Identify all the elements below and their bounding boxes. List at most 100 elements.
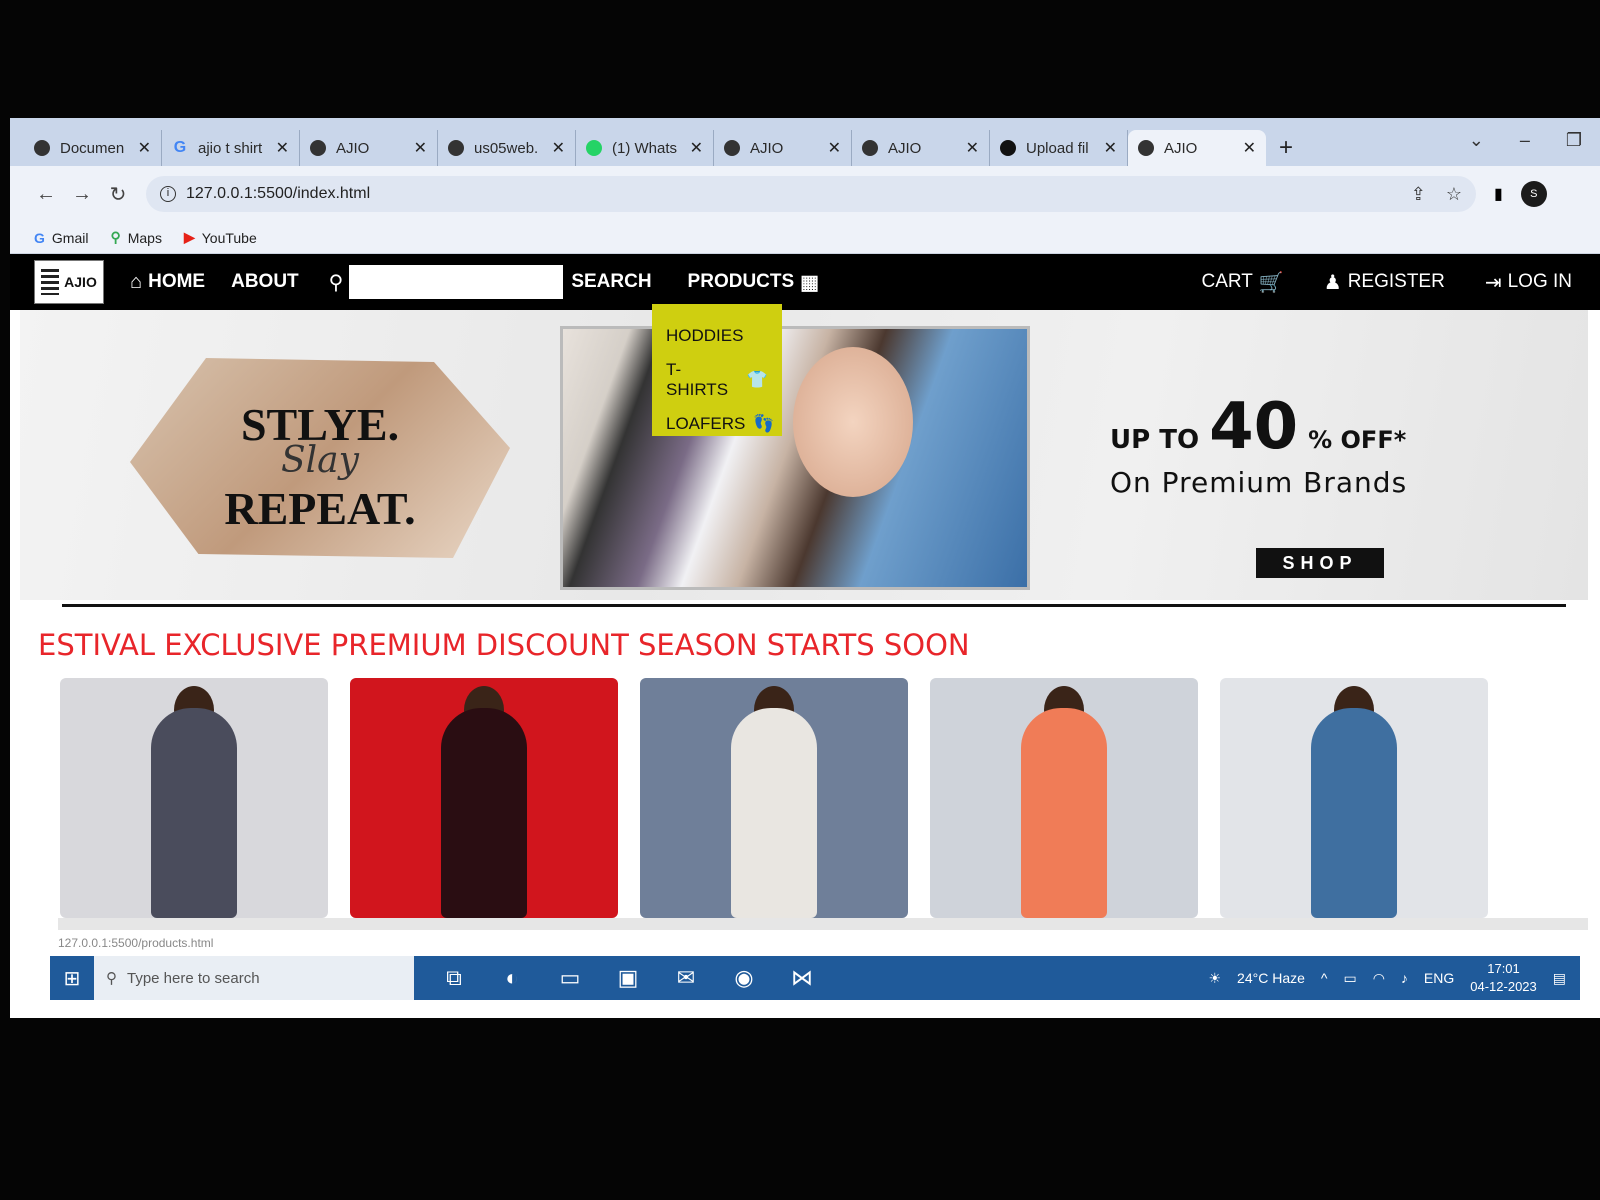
search-input[interactable] [349, 265, 564, 299]
close-icon[interactable]: ✕ [138, 138, 151, 158]
product-card[interactable] [930, 678, 1198, 918]
browser-tab[interactable]: us05web. ✕ [438, 130, 576, 166]
share-icon[interactable]: ⇪ [1411, 184, 1426, 205]
tab-title: AJIO [750, 139, 784, 157]
dropdown-item-tshirts[interactable]: T-SHIRTS 👕 [666, 358, 768, 402]
browser-tab[interactable]: Upload fil ✕ [990, 130, 1128, 166]
nav-cart-label: CART [1201, 271, 1253, 292]
close-icon[interactable]: ✕ [276, 138, 289, 158]
dress-figure [731, 708, 817, 918]
browser-tab[interactable]: Gajio t shirt ✕ [162, 130, 300, 166]
browser-tab[interactable]: AJIO ✕ [300, 130, 438, 166]
windows-start-icon[interactable]: ⊞ [50, 966, 94, 991]
nav-products-label: PRODUCTS [687, 271, 795, 292]
browser-tab[interactable]: (1) Whats ✕ [576, 130, 714, 166]
product-card[interactable] [60, 678, 328, 918]
dropdown-item-loafers[interactable]: LOAFERS 👣 [666, 402, 775, 446]
nav-products[interactable]: PRODUCTS ▦ [688, 270, 820, 295]
horizontal-scrollbar[interactable] [58, 918, 1588, 930]
back-icon[interactable]: ← [28, 183, 64, 206]
bookmark-youtube[interactable]: ▶ YouTube [184, 229, 257, 246]
nav-cart[interactable]: CART 🛒 [1201, 270, 1283, 295]
volume-icon[interactable]: ♪ [1401, 970, 1408, 986]
bookmark-maps[interactable]: ⚲ Maps [110, 229, 162, 246]
browser-tab[interactable]: AJIO ✕ [852, 130, 990, 166]
profile-avatar[interactable]: S [1520, 181, 1547, 207]
close-icon[interactable]: ✕ [1104, 138, 1117, 158]
close-icon[interactable]: ✕ [690, 138, 703, 158]
vscode-icon[interactable]: ⋈ [786, 965, 818, 991]
dress-figure [1021, 708, 1107, 918]
browser-tab[interactable]: Documen ✕ [24, 130, 162, 166]
person-icon: ♟ [1323, 271, 1342, 294]
wifi-icon[interactable]: ◠ [1373, 970, 1385, 987]
cart-icon: 🛒 [1258, 271, 1284, 294]
chevron-up-icon[interactable]: ^ [1321, 970, 1328, 986]
store-icon: ▦ [800, 271, 820, 294]
bookmark-star-icon[interactable]: ☆ [1446, 184, 1462, 205]
globe-icon [1138, 140, 1154, 156]
product-card[interactable] [1220, 678, 1488, 918]
address-bar[interactable]: i 127.0.0.1:5500/index.html ⇪ ☆ [146, 176, 1476, 212]
github-icon [1000, 140, 1016, 156]
home-icon: ⌂ [130, 270, 143, 293]
tab-title: AJIO [336, 139, 370, 157]
site-logo[interactable]: AJIO [34, 260, 104, 304]
tab-title: AJIO [888, 139, 922, 157]
nav-home[interactable]: ⌂ HOME [130, 271, 205, 294]
store-icon[interactable]: ▣ [612, 965, 644, 991]
offer-number: 40 [1209, 390, 1299, 464]
task-view-icon[interactable]: ⧉ [438, 965, 470, 991]
language-indicator[interactable]: ENG [1424, 970, 1454, 986]
mail-icon[interactable]: ✉ [670, 965, 702, 991]
nav-register-label: REGISTER [1347, 271, 1445, 292]
products-dropdown: HODDIES T-SHIRTS 👕 LOAFERS 👣 [652, 304, 782, 436]
forward-icon[interactable]: → [64, 183, 100, 206]
side-panel-icon[interactable]: ▮ [1494, 184, 1503, 204]
site-info-icon[interactable]: i [160, 186, 176, 202]
dress-figure [441, 708, 527, 918]
product-card[interactable] [350, 678, 618, 918]
whatsapp-icon [586, 140, 602, 156]
edge-icon[interactable]: ◐ [496, 965, 528, 991]
nav-login[interactable]: ⇥ LOG IN [1485, 270, 1572, 295]
shop-button[interactable]: SHOP [1256, 548, 1384, 578]
close-icon[interactable]: ✕ [828, 138, 841, 158]
tab-title: Upload fil [1026, 139, 1089, 157]
tab-search-icon[interactable]: ⌄ [1469, 130, 1484, 151]
bookmark-gmail[interactable]: G Gmail [34, 230, 88, 246]
clock[interactable]: 17:01 04-12-2023 [1470, 960, 1537, 996]
globe-icon [724, 140, 740, 156]
weather-text[interactable]: 24°C Haze [1237, 970, 1305, 986]
restore-icon[interactable]: ❐ [1566, 130, 1582, 151]
logo-text: AJIO [64, 274, 97, 290]
dropdown-label: T-SHIRTS [666, 360, 729, 399]
search-button[interactable]: SEARCH [571, 271, 651, 293]
browser-tab[interactable]: AJIO ✕ [714, 130, 852, 166]
dropdown-item-hoddies[interactable]: HODDIES [666, 314, 768, 358]
minimize-icon[interactable]: – [1520, 130, 1530, 151]
notifications-icon[interactable]: ▤ [1553, 970, 1566, 987]
nav-about[interactable]: ABOUT [231, 271, 299, 293]
file-explorer-icon[interactable]: ▭ [554, 965, 586, 991]
close-icon[interactable]: ✕ [1243, 138, 1256, 158]
reload-icon[interactable]: ↻ [100, 182, 136, 207]
browser-tab-strip: Documen ✕ Gajio t shirt ✕ AJIO ✕ us05web. ✕ … [10, 118, 1600, 166]
nav-home-label: HOME [148, 271, 206, 292]
banner-photo [560, 326, 1030, 590]
url-text[interactable]: 127.0.0.1:5500/index.html [186, 185, 1391, 203]
chrome-icon[interactable]: ◉ [728, 965, 760, 991]
tab-title: us05web. [474, 139, 539, 157]
close-icon[interactable]: ✕ [414, 138, 427, 158]
battery-icon[interactable]: ▭ [1343, 970, 1356, 987]
product-card[interactable] [640, 678, 908, 918]
shoe-prints-icon: 👣 [753, 414, 775, 433]
nav-register[interactable]: ♟ REGISTER [1324, 270, 1445, 295]
browser-tab-active[interactable]: AJIO ✕ [1128, 130, 1266, 166]
close-icon[interactable]: ✕ [966, 138, 979, 158]
taskbar-search[interactable]: ⚲ Type here to search [94, 956, 414, 1000]
new-tab-button[interactable]: + [1266, 130, 1306, 166]
close-icon[interactable]: ✕ [552, 138, 565, 158]
model-face [793, 347, 913, 497]
weather-icon: ☀ [1208, 969, 1222, 986]
